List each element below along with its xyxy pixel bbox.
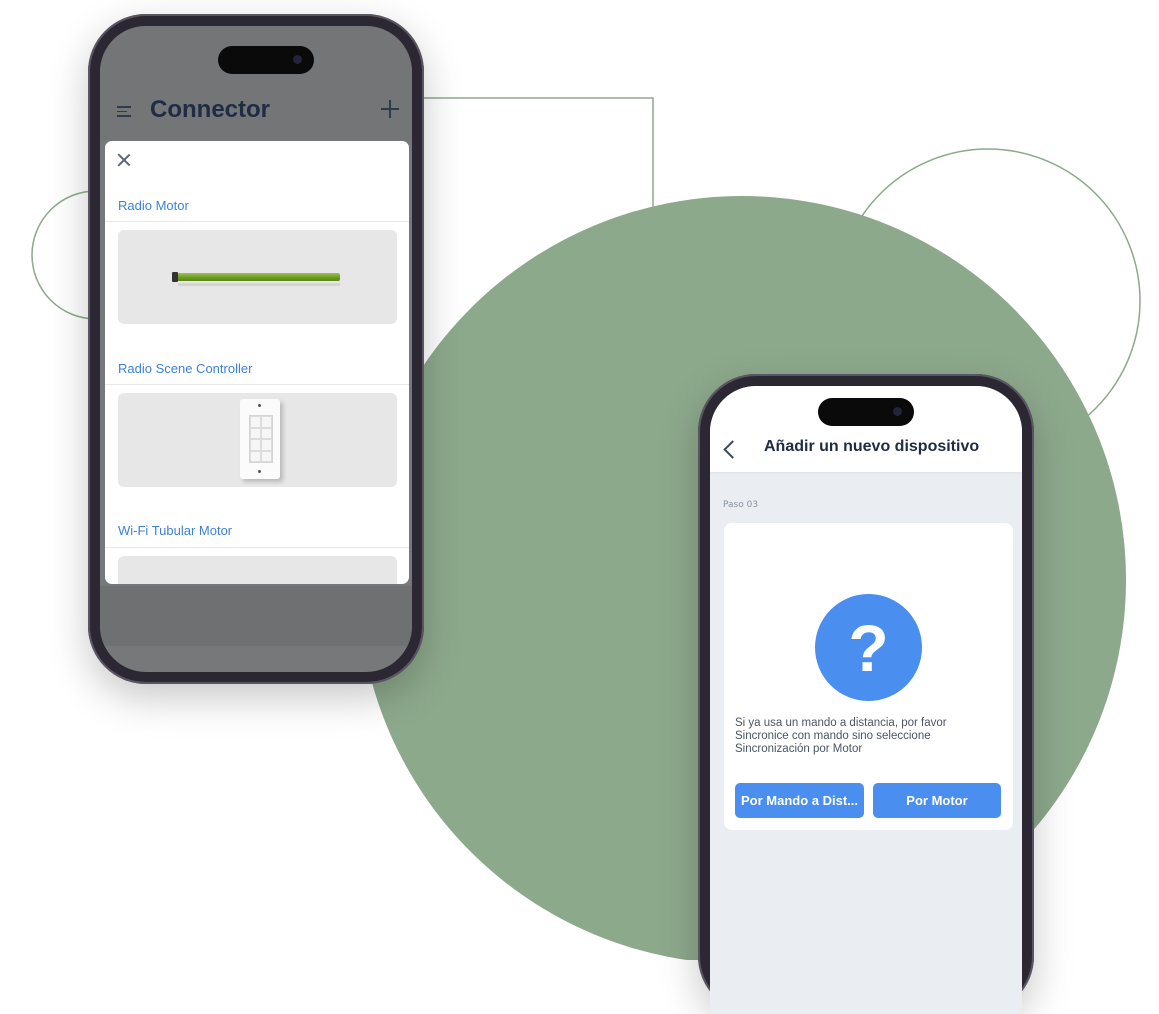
app-title: Connector (150, 96, 270, 123)
close-icon[interactable] (117, 153, 131, 167)
device-label-wifi-tubular-motor[interactable]: Wi-Fi Tubular Motor (118, 523, 232, 538)
device-label-radio-scene-controller[interactable]: Radio Scene Controller (118, 361, 252, 376)
switch-buttons (249, 415, 273, 463)
camera-icon (293, 55, 302, 64)
sync-message-line: Sincronización por Motor (735, 743, 863, 755)
device-card-radio-motor[interactable] (118, 230, 397, 324)
screw (258, 404, 261, 407)
device-type-sheet: Radio Motor Radio Scene Controller Wi-Fi… (105, 141, 409, 584)
screw (258, 470, 261, 473)
camera-icon (893, 407, 902, 416)
sync-message: Si ya usa un mando a distancia, por favo… (735, 717, 1005, 756)
dynamic-island (818, 398, 914, 426)
remote-sync-button[interactable]: Por Mando a Dist... (735, 783, 864, 818)
dynamic-island (218, 46, 314, 74)
motor-shadow (178, 283, 340, 286)
question-icon: ? (815, 594, 922, 701)
phone-right-screen: Añadir un nuevo dispositivo Paso 03 ? Si… (710, 386, 1022, 1014)
plus-icon[interactable] (381, 100, 399, 118)
sync-message-line: Si ya usa un mando a distancia, por favo… (735, 717, 947, 729)
sync-card: ? Si ya usa un mando a distancia, por fa… (724, 523, 1013, 830)
motor-sync-button[interactable]: Por Motor (873, 783, 1001, 818)
step-label: Paso 03 (723, 500, 759, 510)
app-header: Connector (100, 26, 412, 140)
device-card-radio-scene-controller[interactable] (118, 393, 397, 487)
question-glyph: ? (848, 610, 889, 685)
sync-message-line: Sincronice con mando sino seleccione (735, 730, 931, 742)
motor-cap (172, 272, 178, 282)
hamburger-icon[interactable] (117, 106, 131, 117)
phone-left: Connector Radio Motor Radio Scene Contro… (88, 14, 424, 684)
divider (105, 547, 409, 548)
page-title: Añadir un nuevo dispositivo (764, 438, 980, 455)
phone-right: Añadir un nuevo dispositivo Paso 03 ? Si… (698, 374, 1034, 1014)
device-label-radio-motor[interactable]: Radio Motor (118, 198, 189, 213)
device-card-wifi-tubular-motor[interactable] (118, 556, 397, 584)
tubular-motor-image (176, 273, 340, 281)
bottom-area (100, 586, 412, 646)
chevron-left-icon[interactable] (723, 440, 742, 459)
divider (105, 384, 409, 385)
wall-switch-image (240, 399, 280, 479)
divider (105, 221, 409, 222)
phone-left-screen: Connector Radio Motor Radio Scene Contro… (100, 26, 412, 672)
